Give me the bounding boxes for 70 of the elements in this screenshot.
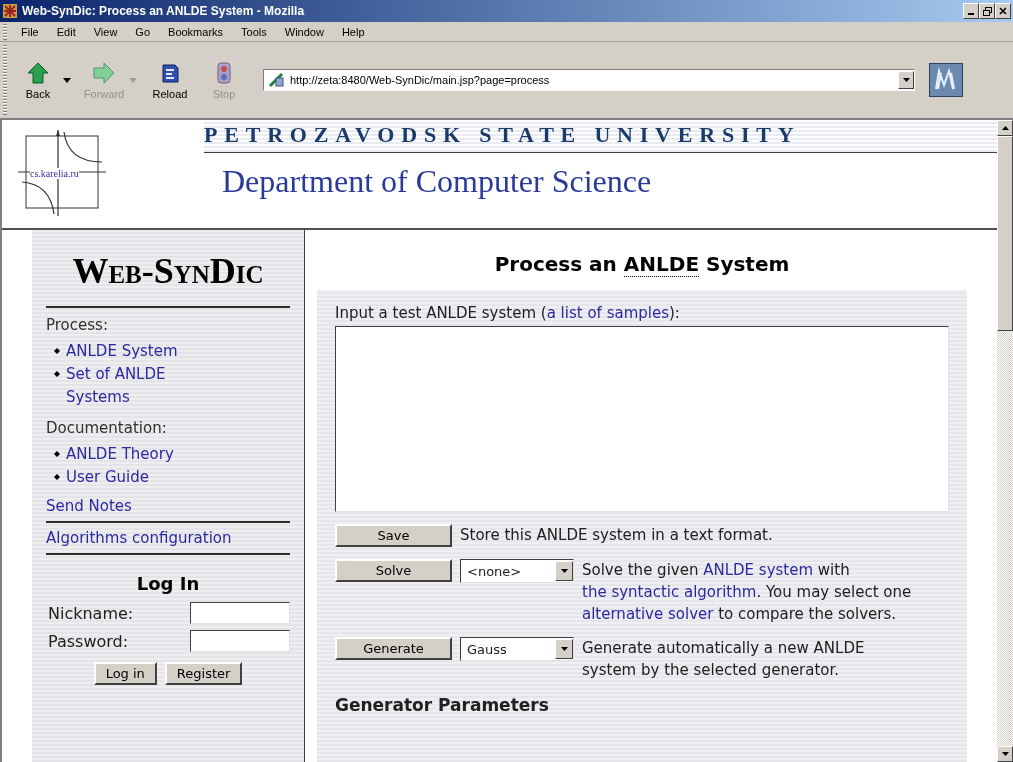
menu-item[interactable]: View xyxy=(87,25,124,38)
up-arrow-icon xyxy=(1001,126,1009,130)
link[interactable]: alternative solver xyxy=(582,605,714,623)
sidebar-link[interactable]: ANLDE System xyxy=(66,340,178,363)
bullet-icon xyxy=(54,474,60,480)
sidebar-link[interactable]: Algorithms configuration xyxy=(46,529,232,547)
menu-item[interactable]: Help xyxy=(335,25,371,38)
input-field[interactable] xyxy=(190,602,290,624)
menu-item[interactable]: File xyxy=(15,25,45,38)
down-arrow-icon xyxy=(1001,752,1009,756)
bullet-icon xyxy=(54,451,60,457)
caret-icon xyxy=(63,77,71,83)
section-label: Documentation: xyxy=(46,419,168,437)
menu-item[interactable]: Edit xyxy=(50,25,82,38)
maximize-button[interactable] xyxy=(979,3,995,19)
app-title: Web-SynDic xyxy=(71,250,265,292)
login-title: Log In xyxy=(135,573,201,594)
section-heading: Generator Parameters xyxy=(335,695,550,715)
sidebar-link[interactable]: Send Notes xyxy=(46,497,132,515)
login-button[interactable]: Log in xyxy=(93,662,157,685)
field-label: Password: xyxy=(48,631,130,651)
menu-item[interactable]: Tools xyxy=(235,25,273,38)
grip-handle[interactable] xyxy=(3,45,7,115)
address-field[interactable]: http://zeta:8480/Web-SynDic/main.jsp?page=process xyxy=(263,69,915,91)
action-button[interactable]: Save xyxy=(335,524,452,547)
sidebar-link[interactable]: ANLDE Theory xyxy=(66,443,174,466)
dropdown-field[interactable]: Gauss xyxy=(460,637,574,661)
input-label: Input a test ANLDE system (a list of samples): xyxy=(335,304,681,322)
link[interactable]: a list of samples xyxy=(546,304,669,322)
menu-item[interactable]: Go xyxy=(129,25,157,38)
close-icon xyxy=(999,7,1007,15)
window-title: Web-SynDic: Process an ANLDE System - Mozilla xyxy=(22,4,306,18)
logo-text: cs.karelia.ru xyxy=(30,168,79,179)
scroll-bar[interactable] xyxy=(997,120,1013,762)
link[interactable]: the syntactic algorithm xyxy=(582,583,757,601)
dropdown-arrow-icon xyxy=(560,647,568,651)
action-button[interactable]: Solve xyxy=(335,559,452,582)
toolbar-button[interactable]: Reload xyxy=(147,60,193,100)
department-title: Department of Computer Science xyxy=(204,152,997,200)
menu-item[interactable]: Window xyxy=(278,25,330,38)
field-label: Nickname: xyxy=(48,603,135,623)
m-logo-icon xyxy=(929,63,963,97)
link[interactable]: ANLDE system xyxy=(703,561,814,579)
up-arrow-icon xyxy=(26,60,50,85)
page-heading: Process an ANLDE System xyxy=(493,252,791,276)
restore-icon xyxy=(982,6,992,16)
dropdown-arrow-icon xyxy=(560,569,568,573)
section-label: Process: xyxy=(46,316,109,334)
description-text: Store this ANLDE system in a text format. xyxy=(460,525,774,546)
toolbar-button[interactable]: Back xyxy=(15,60,73,100)
input-field[interactable] xyxy=(190,630,290,652)
grip-handle[interactable] xyxy=(3,23,7,40)
sidebar-link[interactable]: Set of ANLDE Systems xyxy=(66,363,224,409)
university-name: PETROZAVODSK STATE UNIVERSITY xyxy=(204,120,997,152)
action-button[interactable]: Generate xyxy=(335,637,452,660)
description-text: Generate automatically a new ANLDE system by the selected generator. xyxy=(582,638,866,681)
app-icon xyxy=(2,3,18,19)
login-button[interactable]: Register xyxy=(164,662,243,685)
sidebar-link[interactable]: User Guide xyxy=(66,466,149,489)
description-text: Solve the given ANLDE system with the syntactic algorithm. You may select one alternative solver to compare the solvers. xyxy=(582,560,913,625)
right-arrow-icon xyxy=(92,60,116,85)
bullet-icon xyxy=(54,371,60,377)
menu-item[interactable]: Bookmarks xyxy=(162,25,230,38)
close-button[interactable] xyxy=(995,3,1011,19)
minimize-button[interactable] xyxy=(963,3,979,19)
scroll-thumb[interactable] xyxy=(997,136,1013,331)
caret-icon xyxy=(129,77,137,83)
dropdown-field[interactable]: <none> xyxy=(460,559,574,583)
dropdown-arrow-icon xyxy=(902,78,910,82)
bullet-icon xyxy=(54,348,60,354)
